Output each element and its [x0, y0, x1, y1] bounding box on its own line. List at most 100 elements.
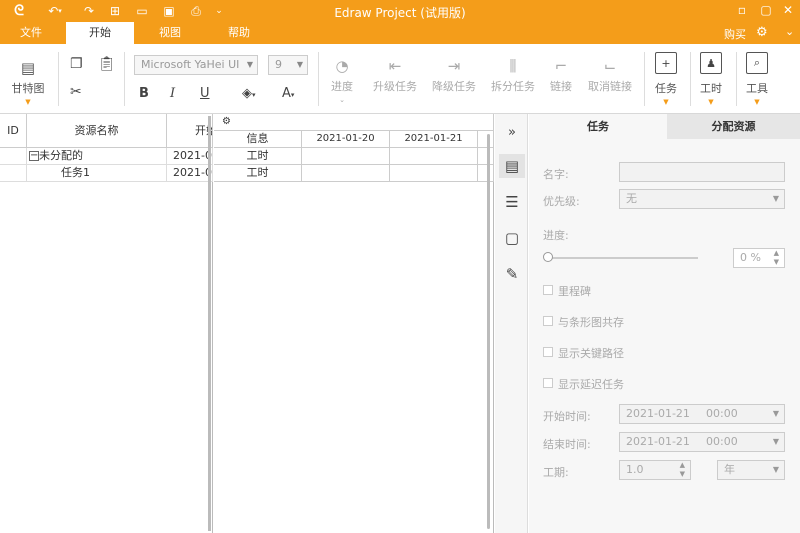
tab-file[interactable]: 文件 [8, 22, 54, 44]
settings-gear-icon[interactable]: ⚙ [756, 25, 768, 40]
tab-help[interactable]: 帮助 [214, 22, 264, 44]
separator [736, 52, 737, 106]
date-header: 2021-01-20 [302, 131, 390, 148]
resource-grid: ID 资源名称 开始 −未分配的 2021-01-21 任务1 2021-01-… [0, 114, 213, 533]
highlight-icon[interactable]: ✎ [499, 262, 525, 286]
work-cell[interactable]: 工时 [214, 165, 302, 182]
promote-task-button[interactable]: ⇤ 升级任务 [372, 56, 418, 94]
column-header-id[interactable]: ID [0, 114, 27, 148]
column-header-start[interactable]: 开始 [167, 114, 213, 148]
demote-task-button[interactable]: ⇥ 降级任务 [431, 56, 477, 94]
fill-color-icon[interactable]: ◈▾ [242, 86, 256, 101]
font-size-select[interactable]: 9 ▼ [268, 55, 308, 75]
font-color-button[interactable]: A▾ [282, 86, 294, 101]
coexist-bar-checkbox[interactable] [543, 316, 553, 326]
coexist-bar-label: 与条形图共存 [558, 316, 624, 329]
separator [644, 52, 645, 106]
task-button[interactable]: 任务 ▼ [652, 78, 680, 106]
end-time-picker[interactable]: 2021-01-21 00:00 ▼ [619, 432, 785, 452]
gantt-cell[interactable] [390, 165, 478, 182]
tab-view[interactable]: 视图 [146, 22, 194, 44]
note-icon[interactable]: ▢ [499, 226, 525, 250]
bold-button[interactable]: B [139, 86, 149, 101]
gantt-cell[interactable] [302, 148, 390, 165]
paste-icon[interactable]: 📋︎ [98, 56, 116, 72]
add-task-icon[interactable]: + [655, 52, 677, 74]
milestone-checkbox[interactable] [543, 285, 553, 295]
duration-unit-select[interactable]: 年 ▼ [717, 460, 785, 480]
chevron-down-icon: ▼ [772, 409, 779, 418]
table-cell-start[interactable]: 2021-01-21 [167, 148, 213, 165]
underline-button[interactable]: U [200, 86, 210, 101]
link-button[interactable]: ⌐ 链接 [548, 56, 574, 94]
stepper-arrows-icon[interactable]: ▲ ▼ [680, 461, 685, 479]
tab-home[interactable]: 开始 [66, 22, 134, 44]
dropdown-arrow-icon: ⌄ [339, 96, 345, 104]
gantt-cell[interactable] [478, 148, 494, 165]
gantt-cell[interactable] [302, 165, 390, 182]
close-button[interactable]: ✕ [778, 2, 798, 18]
link-icon: ⌐ [554, 57, 568, 75]
window-title: Edraw Project (试用版) [334, 6, 466, 20]
cut-icon[interactable]: ✂ [70, 84, 82, 100]
table-row[interactable]: 任务1 [27, 165, 167, 182]
table-cell-id[interactable] [0, 148, 27, 165]
table-cell-start[interactable]: 2021-01-21 [167, 165, 213, 182]
priority-select[interactable]: 无 ▼ [619, 189, 785, 209]
gantt-cell[interactable] [390, 148, 478, 165]
unlink-button[interactable]: ⌙ 取消链接 [587, 56, 633, 94]
side-panel-strip: » ▤ ☰ ▢ ✎ [495, 114, 528, 533]
tools-button[interactable]: 工具 ▼ [743, 78, 771, 106]
italic-button[interactable]: I [170, 86, 175, 101]
name-label: 名字: [543, 168, 569, 181]
tools-search-icon[interactable]: ⌕ [746, 52, 768, 74]
tab-assign-resources[interactable]: 分配资源 [667, 114, 800, 139]
unlink-icon: ⌙ [603, 57, 617, 75]
ribbon-collapse-chevron-icon[interactable]: ⌄ [785, 25, 794, 38]
progress-slider-handle[interactable] [543, 252, 553, 262]
title-bar: ᘓ ↶ ▾ ↷ ⊞ ▭ ▣ ⎙ ⌄ Edraw Project (试用版) ▫ ▢… [0, 0, 800, 22]
buy-link[interactable]: 购买 [724, 26, 746, 42]
split-task-icon: ⫼ [509, 57, 517, 75]
split-task-button[interactable]: ⫼ 拆分任务 [490, 56, 536, 94]
demote-task-icon: ⇥ [447, 57, 461, 75]
delayed-task-checkbox[interactable] [543, 378, 553, 388]
resource-person-icon[interactable]: ♟ [700, 52, 722, 74]
list-icon[interactable]: ☰ [499, 190, 525, 214]
task-properties-icon[interactable]: ▤ [499, 154, 525, 178]
gantt-chart-icon: ▤ [20, 59, 36, 77]
duration-stepper[interactable]: 1.0 ▲ ▼ [619, 460, 691, 480]
gantt-cell[interactable] [478, 165, 494, 182]
start-time-picker[interactable]: 2021-01-21 00:00 ▼ [619, 404, 785, 424]
pane-splitter[interactable] [208, 116, 211, 531]
font-family-select[interactable]: Microsoft YaHei UI ▼ [134, 55, 258, 75]
timescale-settings-icon[interactable]: ⚙︎ [222, 116, 231, 127]
progress-stepper[interactable]: 0 % ▲ ▼ [733, 248, 785, 268]
copy-icon[interactable]: ❐ [70, 56, 83, 72]
name-input[interactable] [619, 162, 785, 182]
column-header-info[interactable]: 信息 [214, 131, 302, 148]
maximize-button[interactable]: ▢ [756, 2, 776, 18]
dropdown-arrow-icon: ▼ [708, 98, 714, 106]
collapse-icon[interactable]: − [29, 151, 39, 161]
tab-task[interactable]: 任务 [529, 114, 667, 139]
stepper-arrows-icon[interactable]: ▲ ▼ [774, 249, 779, 267]
critical-path-checkbox[interactable] [543, 347, 553, 357]
separator [58, 52, 59, 106]
column-header-resource-name[interactable]: 资源名称 [27, 114, 167, 148]
work-button[interactable]: 工时 ▼ [697, 78, 725, 106]
gantt-chart-button[interactable]: ▤ 甘特图 ▼ [8, 58, 48, 106]
progress-button[interactable]: ◔ 进度 ⌄ [328, 56, 356, 104]
vertical-scrollbar[interactable] [487, 134, 490, 529]
collapse-panel-icon[interactable]: » [499, 120, 525, 144]
pie-chart-icon: ◔ [335, 57, 349, 75]
work-cell[interactable]: 工时 [214, 148, 302, 165]
task-name: 任务1 [61, 166, 90, 179]
separator [318, 52, 319, 106]
date-header: 2021-01-21 [390, 131, 478, 148]
progress-slider-track[interactable] [548, 257, 698, 259]
delayed-task-label: 显示延迟任务 [558, 378, 624, 391]
table-cell-id[interactable] [0, 165, 27, 182]
minimize-button[interactable]: ▫ [732, 2, 752, 18]
table-row[interactable]: −未分配的 [27, 148, 167, 165]
